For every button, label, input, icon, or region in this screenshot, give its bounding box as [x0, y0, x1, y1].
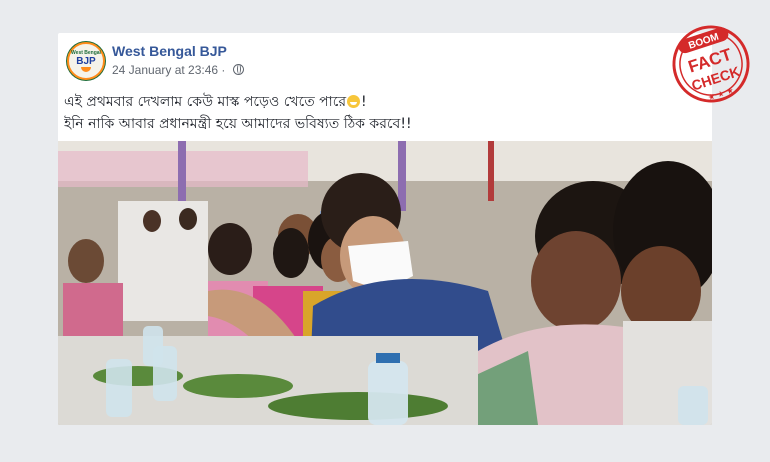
post-text-line-1: এই প্রথমবার দেখলাম কেউ মাস্ক পড়েও খেতে … — [64, 94, 367, 110]
page-name-link[interactable]: West Bengal BJP — [112, 43, 227, 59]
stamp-illustration: BOOM FACT CHECK ★ ★ ★ — [672, 25, 750, 103]
fact-check-stamp: BOOM FACT CHECK ★ ★ ★ — [665, 18, 757, 110]
post-meta: 24 January at 23:46 · — [112, 63, 244, 77]
facebook-post-card: West Bengal BJP West Bengal BJP 24 Janua… — [58, 33, 712, 425]
grinning-face-icon — [347, 95, 361, 108]
page-avatar[interactable]: West Bengal BJP — [66, 41, 106, 81]
post-text: এই প্রথমবার দেখলাম কেউ মাস্ক পড়েও খেতে … — [64, 91, 704, 135]
bjp-logo: West Bengal BJP — [67, 42, 105, 80]
post-photo[interactable] — [58, 141, 712, 425]
lotus-icon — [81, 66, 91, 72]
globe-icon[interactable] — [232, 64, 244, 75]
post-text-line-2: ইনি নাকি আবার প্রধানমন্ত্রী হয়ে আমাদের … — [64, 116, 412, 132]
post-timestamp[interactable]: 24 January at 23:46 — [112, 63, 218, 77]
photo-illustration — [58, 141, 712, 425]
